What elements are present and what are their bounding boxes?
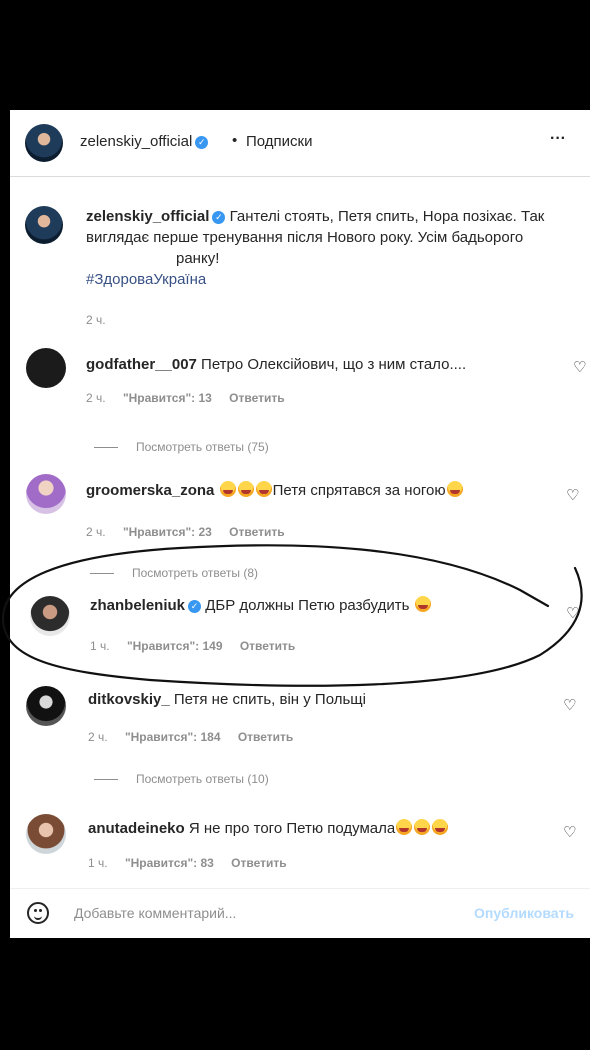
reply-button[interactable]: Ответить <box>229 391 284 405</box>
comment-likes[interactable]: "Нравится": 149 <box>127 639 223 653</box>
comment-text: Петро Олексійович, що з ним стало.... <box>201 356 467 373</box>
verified-badge-icon: ✓ <box>212 211 226 224</box>
caption-text-line2: виглядає перше тренування після Нового р… <box>86 229 524 246</box>
comment-3: zhanbeleniuk ✓ ДБР должны Петю разбудить <box>90 595 432 616</box>
comment-text: ДБР должны Петю разбудить <box>205 597 410 614</box>
comment-4: ditkovskiy_ Петя не спить, він у Польщі <box>88 689 366 710</box>
comment-username[interactable]: ditkovskiy_ <box>88 691 170 708</box>
view-replies[interactable]: Посмотреть ответы (10) <box>94 772 269 786</box>
laughing-emoji-icon <box>446 481 463 497</box>
reply-button[interactable]: Ответить <box>240 639 295 653</box>
heart-icon[interactable]: ♡ <box>563 698 577 713</box>
comment-time: 1 ч. <box>88 856 108 870</box>
caption-avatar[interactable] <box>25 206 63 244</box>
comment-username[interactable]: anutadeineko <box>88 820 185 837</box>
laughing-emoji-icon <box>255 481 272 497</box>
divider <box>90 573 114 575</box>
verified-badge-icon: ✓ <box>195 136 209 149</box>
laughing-emoji-icon <box>414 596 431 612</box>
reply-button[interactable]: Ответить <box>231 856 286 870</box>
comment-1: godfather__007 Петро Олексійович, що з н… <box>86 354 466 375</box>
caption-time: 2 ч. <box>86 313 106 327</box>
header-username[interactable]: zelenskiy_official ✓ <box>80 133 209 150</box>
comment-time: 1 ч. <box>90 639 110 653</box>
laughing-emoji-icon <box>432 819 449 835</box>
hashtag-link[interactable]: #ЗдороваУкраїна <box>86 269 576 290</box>
caption-text-line1: Гантелі стоять, Петя спить, Нора позіхає… <box>229 208 545 225</box>
header-username-text[interactable]: zelenskiy_official <box>80 133 192 150</box>
comment-likes[interactable]: "Нравится": 184 <box>125 730 221 744</box>
comment-text: Петя не спить, він у Польщі <box>173 691 366 708</box>
view-replies-label[interactable]: Посмотреть ответы (10) <box>136 772 269 786</box>
view-replies-label[interactable]: Посмотреть ответы (75) <box>136 440 269 454</box>
comment-5: anutadeineko Я не про того Петю подумала <box>88 818 449 839</box>
more-options-icon[interactable]: ··· <box>550 130 566 148</box>
view-replies-label[interactable]: Посмотреть ответы (8) <box>132 566 258 580</box>
heart-icon[interactable]: ♡ <box>563 825 577 840</box>
comment-meta: 2 ч. "Нравится": 23 Ответить <box>86 525 299 539</box>
comment-username[interactable]: zhanbeleniuk <box>90 597 185 614</box>
comment-username[interactable]: groomerska_zona <box>86 482 214 499</box>
post-header: zelenskiy_official ✓ • Подписки ··· <box>10 110 590 177</box>
view-replies[interactable]: Посмотреть ответы (75) <box>94 440 269 454</box>
comment-likes[interactable]: "Нравится": 23 <box>123 525 212 539</box>
reply-button[interactable]: Ответить <box>229 525 284 539</box>
divider <box>94 779 118 781</box>
add-comment-bar: Добавьте комментарий... Опубликовать <box>10 888 590 938</box>
avatar[interactable] <box>26 686 66 726</box>
comment-time: 2 ч. <box>86 525 106 539</box>
laughing-emoji-icon <box>414 819 431 835</box>
header-separator: • <box>232 132 238 149</box>
heart-icon[interactable]: ♡ <box>573 360 587 375</box>
smiley-icon[interactable] <box>27 902 49 924</box>
comment-text: Петя спрятався за ногою <box>272 482 446 499</box>
view-replies[interactable]: Посмотреть ответы (8) <box>90 566 258 580</box>
comment-input[interactable]: Добавьте комментарий... <box>74 905 236 921</box>
avatar[interactable] <box>26 348 66 388</box>
publish-button[interactable]: Опубликовать <box>474 905 574 921</box>
avatar[interactable] <box>30 596 70 636</box>
laughing-emoji-icon <box>396 819 413 835</box>
follow-button[interactable]: Подписки <box>246 133 313 150</box>
comment-time: 2 ч. <box>86 391 106 405</box>
comment-text: Я не про того Петю подумала <box>188 820 396 837</box>
comment-meta: 2 ч. "Нравится": 184 Ответить <box>88 730 307 744</box>
comment-likes[interactable]: "Нравится": 83 <box>125 856 214 870</box>
comment-2: groomerska_zona Петя спрятався за ногою <box>86 480 464 501</box>
heart-icon[interactable]: ♡ <box>566 606 580 621</box>
reply-button[interactable]: Ответить <box>238 730 293 744</box>
comment-username[interactable]: godfather__007 <box>86 356 197 373</box>
avatar[interactable] <box>26 814 66 854</box>
verified-badge-icon: ✓ <box>188 600 202 613</box>
comment-meta: 2 ч. "Нравится": 13 Ответить <box>86 391 299 405</box>
caption-text-line3: ранку! <box>176 250 220 267</box>
avatar[interactable] <box>25 124 63 162</box>
comment-time: 2 ч. <box>88 730 108 744</box>
heart-icon[interactable]: ♡ <box>566 488 580 503</box>
avatar[interactable] <box>26 474 66 514</box>
comment-likes[interactable]: "Нравится": 13 <box>123 391 212 405</box>
instagram-post-panel: zelenskiy_official ✓ • Подписки ··· zelen… <box>10 110 590 938</box>
smiley-mouth <box>34 913 42 920</box>
comment-meta: 1 ч. "Нравится": 83 Ответить <box>88 856 301 870</box>
laughing-emoji-icon <box>219 481 236 497</box>
caption-username[interactable]: zelenskiy_official <box>86 208 209 225</box>
laughing-emoji-icon <box>237 481 254 497</box>
comment-meta: 1 ч. "Нравится": 149 Ответить <box>90 639 309 653</box>
divider <box>94 447 118 449</box>
caption: zelenskiy_official ✓ Гантелі стоять, Петя… <box>86 206 576 290</box>
